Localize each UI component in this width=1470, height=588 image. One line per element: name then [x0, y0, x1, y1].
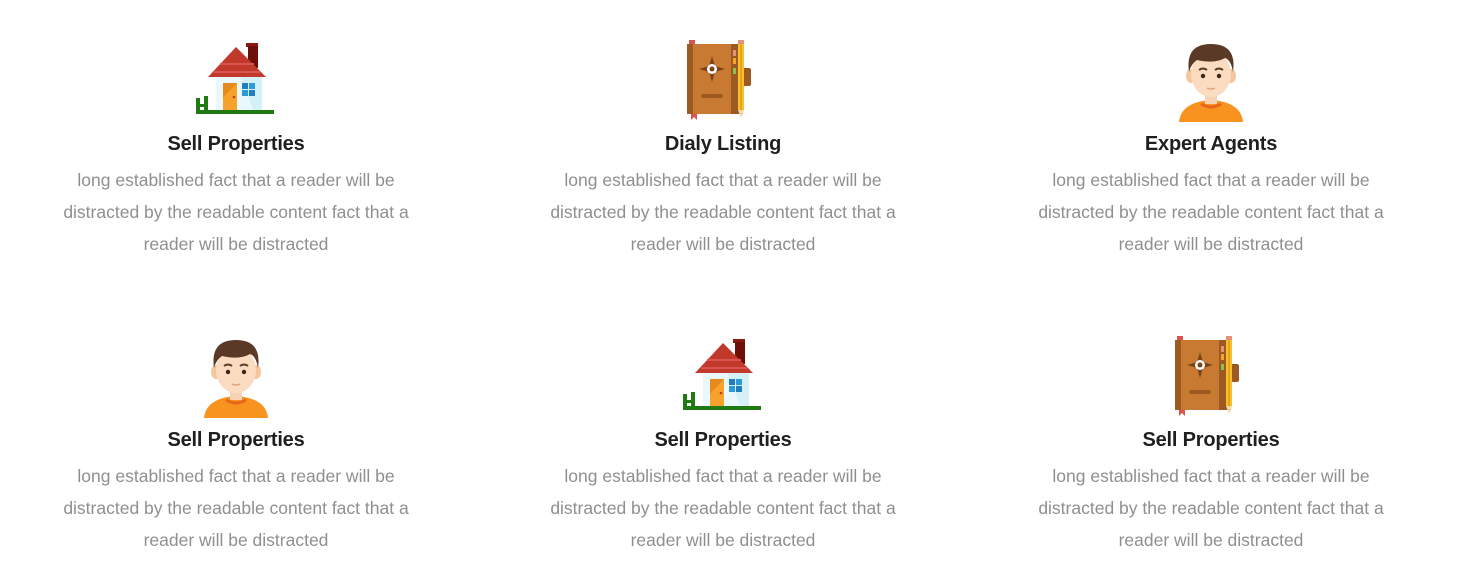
feature-card: Sell Properties long established fact th… [523, 334, 923, 556]
feature-description: long established fact that a reader will… [550, 170, 896, 254]
feature-description: long established fact that a reader will… [550, 466, 896, 550]
feature-description: long established fact that a reader will… [1038, 170, 1384, 254]
feature-card: Expert Agents long established fact that… [1011, 38, 1411, 260]
feature-card: Sell Properties long established fact th… [36, 334, 436, 556]
feature-card: Sell Properties long established fact th… [36, 38, 436, 260]
house-icon [681, 334, 765, 418]
feature-title: Sell Properties [167, 429, 305, 451]
feature-title: Dialy Listing [664, 133, 782, 155]
agent-avatar-icon [194, 334, 278, 418]
notebook-icon [1169, 334, 1253, 418]
feature-title: Sell Properties [1142, 429, 1280, 451]
feature-description: long established fact that a reader will… [1038, 466, 1384, 550]
agent-avatar-icon [1169, 38, 1253, 122]
house-icon [194, 38, 278, 122]
feature-description: long established fact that a reader will… [63, 466, 409, 550]
feature-title: Sell Properties [654, 429, 792, 451]
feature-title: Expert Agents [1144, 133, 1278, 155]
notebook-icon [681, 38, 765, 122]
feature-card: Sell Properties long established fact th… [1011, 334, 1411, 556]
feature-description: long established fact that a reader will… [63, 170, 409, 254]
feature-card: Dialy Listing long established fact that… [523, 38, 923, 260]
feature-title: Sell Properties [167, 133, 305, 155]
